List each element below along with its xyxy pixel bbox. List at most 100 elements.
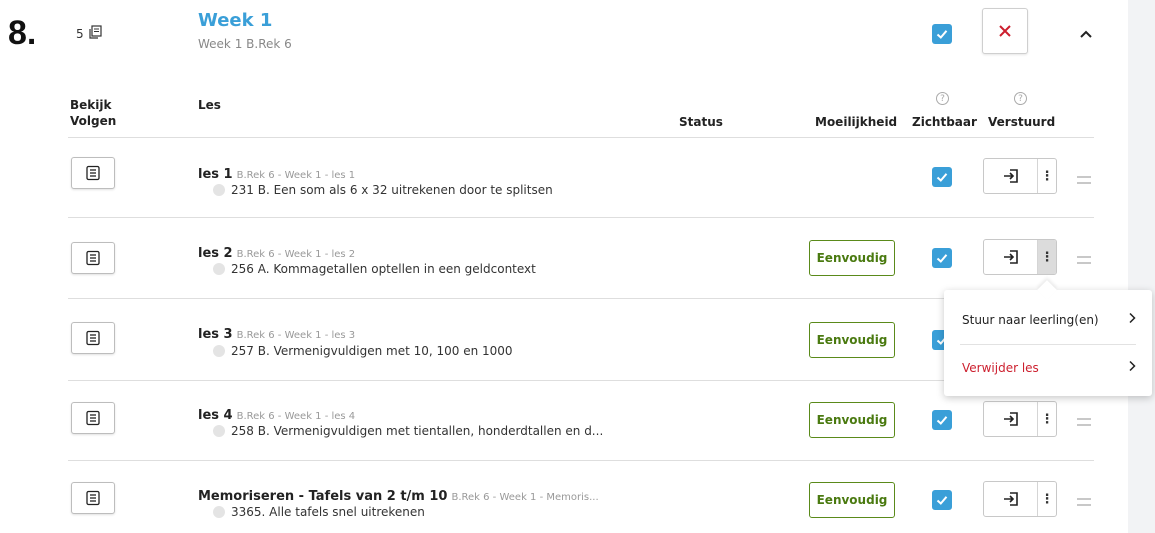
lesson-breadcrumb: B.Rek 6 - Week 1 - les 4	[236, 411, 356, 422]
lesson-title[interactable]: les 4 B.Rek 6 - Week 1 - les 4	[198, 404, 355, 423]
send-button-group: ⋮	[983, 239, 1057, 275]
remove-week-button[interactable]	[982, 8, 1028, 54]
chevron-up-icon	[1080, 30, 1092, 38]
send-button-group: ⋮	[983, 481, 1057, 517]
drag-handle-icon[interactable]	[1077, 176, 1091, 184]
list-icon	[86, 250, 100, 266]
step-number: 8.	[8, 14, 37, 52]
row-divider	[68, 460, 1094, 461]
more-options-button[interactable]: ⋮	[1037, 402, 1056, 436]
lesson-desc-text: 258 B. Vermenigvuldigen met tientallen, …	[231, 424, 604, 438]
chevron-right-icon	[1128, 360, 1136, 375]
lesson-options-menu: Stuur naar leerling(en) Verwijder les	[944, 290, 1152, 396]
send-button[interactable]	[984, 482, 1037, 516]
copy-icon	[88, 25, 102, 42]
menu-item-delete[interactable]: Verwijder les	[962, 360, 1136, 375]
view-follow-button[interactable]	[71, 402, 115, 434]
visible-checkbox[interactable]	[932, 167, 952, 187]
menu-send-label: Stuur naar leerling(en)	[962, 312, 1099, 327]
lesson-name: Memoriseren - Tafels van 2 t/m 10	[198, 489, 448, 504]
lesson-description: 258 B. Vermenigvuldigen met tientallen, …	[213, 424, 603, 438]
menu-delete-label: Verwijder les	[962, 360, 1039, 375]
header-status: Status	[679, 115, 723, 129]
send-to-icon	[1003, 250, 1018, 264]
send-to-icon	[1003, 492, 1018, 506]
header-bekijk: Bekijk	[70, 98, 112, 112]
more-options-button[interactable]: ⋮	[1037, 159, 1056, 193]
view-follow-button[interactable]	[71, 482, 115, 514]
lesson-title[interactable]: les 3 B.Rek 6 - Week 1 - les 3	[198, 323, 355, 342]
send-to-icon	[1003, 412, 1018, 426]
check-icon	[936, 254, 948, 263]
lesson-breadcrumb: B.Rek 6 - Week 1 - les 1	[236, 170, 356, 181]
lesson-desc-text: 231 B. Een som als 6 x 32 uitrekenen doo…	[231, 183, 553, 197]
lesson-breadcrumb: B.Rek 6 - Week 1 - les 2	[236, 249, 356, 260]
lesson-description: 3365. Alle tafels snel uitrekenen	[213, 505, 425, 519]
menu-item-send[interactable]: Stuur naar leerling(en)	[962, 312, 1136, 327]
check-icon	[936, 30, 948, 39]
lesson-count: 5	[76, 25, 102, 42]
difficulty-badge: Eenvoudig	[809, 240, 895, 276]
send-button-group: ⋮	[983, 401, 1057, 437]
drag-handle-icon[interactable]	[1077, 256, 1091, 264]
send-to-icon	[1003, 169, 1018, 183]
lesson-title[interactable]: les 2 B.Rek 6 - Week 1 - les 2	[198, 242, 355, 261]
close-icon	[999, 25, 1011, 37]
chevron-right-icon	[1128, 312, 1136, 327]
help-icon-zichtbaar[interactable]: ?	[936, 92, 949, 105]
lesson-description: 257 B. Vermenigvuldigen met 10, 100 en 1…	[213, 344, 513, 358]
check-icon	[936, 416, 948, 425]
lesson-name: les 2	[198, 246, 233, 261]
lesson-title[interactable]: Memoriseren - Tafels van 2 t/m 10 B.Rek 6…	[198, 485, 599, 504]
list-icon	[86, 410, 100, 426]
send-button[interactable]	[984, 240, 1037, 274]
visible-checkbox[interactable]	[932, 490, 952, 510]
week-title[interactable]: Week 1	[198, 10, 272, 31]
header-volgen: Volgen	[70, 114, 117, 128]
view-follow-button[interactable]	[71, 322, 115, 354]
side-scroll-panel	[1128, 0, 1155, 533]
header-verstuurd: Verstuurd	[988, 115, 1056, 129]
view-follow-button[interactable]	[71, 242, 115, 274]
lesson-title[interactable]: les 1 B.Rek 6 - Week 1 - les 1	[198, 163, 355, 182]
row-divider	[68, 298, 1094, 299]
more-options-button[interactable]: ⋮	[1037, 240, 1056, 274]
drag-handle-icon[interactable]	[1077, 418, 1091, 426]
visible-checkbox[interactable]	[932, 410, 952, 430]
header-les: Les	[198, 98, 221, 112]
view-follow-button[interactable]	[71, 157, 115, 189]
list-icon	[86, 165, 100, 181]
status-dot	[213, 425, 225, 437]
lesson-description: 231 B. Een som als 6 x 32 uitrekenen doo…	[213, 183, 553, 197]
row-divider	[68, 217, 1094, 218]
check-icon	[936, 173, 948, 182]
header-moeilijkheid: Moeilijkheid	[815, 115, 898, 129]
send-button[interactable]	[984, 159, 1037, 193]
week-subtitle: Week 1 B.Rek 6	[198, 37, 292, 51]
lesson-name: les 3	[198, 327, 233, 342]
status-dot	[213, 184, 225, 196]
more-options-button[interactable]: ⋮	[1037, 482, 1056, 516]
send-button-group: ⋮	[983, 158, 1057, 194]
list-icon	[86, 490, 100, 506]
lesson-desc-text: 256 A. Kommagetallen optellen in een gel…	[231, 262, 536, 276]
list-icon	[86, 330, 100, 346]
difficulty-badge: Eenvoudig	[809, 402, 895, 438]
header-zichtbaar: Zichtbaar	[912, 115, 977, 129]
lesson-name: les 1	[198, 167, 233, 182]
drag-handle-icon[interactable]	[1077, 498, 1091, 506]
lesson-breadcrumb: B.Rek 6 - Week 1 - les 3	[236, 330, 356, 341]
send-button[interactable]	[984, 402, 1037, 436]
help-icon-verstuurd[interactable]: ?	[1014, 92, 1027, 105]
status-dot	[213, 345, 225, 357]
row-divider	[68, 380, 1094, 381]
lesson-description: 256 A. Kommagetallen optellen in een gel…	[213, 262, 536, 276]
check-icon	[936, 496, 948, 505]
collapse-button[interactable]	[1079, 24, 1093, 43]
header-divider	[68, 137, 1094, 138]
visible-checkbox[interactable]	[932, 248, 952, 268]
menu-divider	[960, 344, 1136, 345]
difficulty-badge: Eenvoudig	[809, 482, 895, 518]
week-visible-checkbox[interactable]	[932, 24, 952, 44]
lesson-desc-text: 257 B. Vermenigvuldigen met 10, 100 en 1…	[231, 344, 513, 358]
